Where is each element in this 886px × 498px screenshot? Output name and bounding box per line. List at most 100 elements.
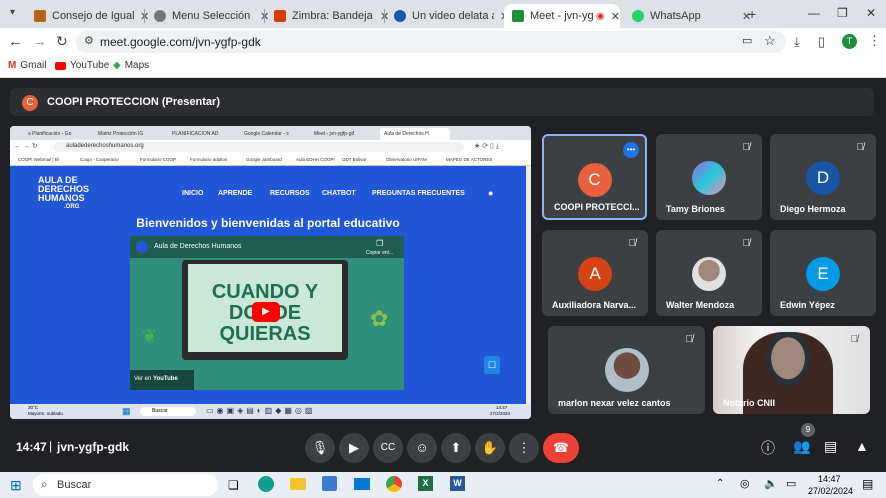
microphone-button[interactable]: 🎙 <box>305 433 335 463</box>
tab-whatsapp[interactable]: WhatsApp ✕ <box>624 4 751 28</box>
store-icon[interactable] <box>322 476 337 491</box>
emoji-button[interactable]: ☺ <box>407 433 437 463</box>
volume-icon[interactable]: 🔈 <box>764 477 778 490</box>
bookmark-star-icon[interactable]: ☆ <box>764 33 776 49</box>
participant-name: COOPI PROTECCI... <box>554 202 640 212</box>
shared-tab: Meet - jvn-ygfp-gd <box>314 131 355 137</box>
bookmark-youtube[interactable]: YouTube <box>55 60 109 71</box>
people-count-badge: 9 <box>801 423 815 437</box>
tab-video[interactable]: Un video delata al a ✕ <box>386 4 509 28</box>
raise-hand-button[interactable]: ✋ <box>475 433 505 463</box>
gmail-icon: M <box>8 60 17 71</box>
participant-photo <box>692 257 726 291</box>
close-icon[interactable]: ✕ <box>611 10 620 23</box>
video-embed[interactable]: Aula de Derechos Humanos ❐ Copiar enl...… <box>130 236 404 390</box>
chat-icon[interactable]: ▤ <box>824 438 837 455</box>
participant-video-tile[interactable]: 🎙̸ Notario CNII <box>713 326 870 414</box>
edge-icon[interactable] <box>258 476 274 492</box>
tab-search-icon[interactable]: ▾ <box>10 7 15 18</box>
word-icon[interactable]: W <box>450 476 465 491</box>
search-icon: ⌕ <box>41 477 48 491</box>
mic-off-icon: 🎙̸ <box>856 142 865 153</box>
close-window-icon[interactable]: ✕ <box>866 6 876 20</box>
shared-address-bar: ← → ↻ auladederechoshumanos.org ★ ⟳ ▯ ⤓ <box>10 140 531 154</box>
tab-zimbra[interactable]: Zimbra: Bandeja de e ✕ <box>266 4 389 28</box>
copy-link-icon: ❐ <box>376 239 384 248</box>
shared-tab: Matriz Protección IG <box>98 131 144 137</box>
participant-name: Diego Hermoza <box>780 204 846 214</box>
participant-name: Edwin Yépez <box>780 300 835 310</box>
url-input[interactable]: ⚙ meet.google.com/jvn-ygfp-gdk ▭ ☆ <box>76 31 786 53</box>
shared-bookmarks: COOPI Webmail | Bi Coopi - Cooperacio Fo… <box>10 154 531 166</box>
restore-icon[interactable]: ❐ <box>837 6 848 20</box>
camera-button[interactable]: ▶ <box>339 433 369 463</box>
excel-icon[interactable]: X <box>418 476 433 491</box>
play-button[interactable]: ▶ <box>252 302 280 322</box>
mail-icon[interactable] <box>354 478 370 490</box>
participant-tile[interactable]: 🎙̸ Walter Mendoza <box>656 230 762 316</box>
user-icon: ● <box>488 188 494 198</box>
new-tab-icon[interactable]: + <box>748 6 756 22</box>
tab-meet[interactable]: Meet - jvn-ygfp- ◉ ✕ <box>504 4 620 28</box>
network-icon[interactable]: ◎ <box>740 477 750 490</box>
windows-start-icon[interactable]: ⊞ <box>10 477 22 494</box>
windows-taskbar: ⊞ ⌕ Buscar ❏ X W ⌃ ◎ 🔈 ▭ 14:47 27/02/202… <box>0 472 886 498</box>
leave-call-button[interactable]: ☎ <box>543 433 579 463</box>
watch-on-youtube[interactable]: Ver en YouTube <box>130 370 194 390</box>
profile-avatar[interactable]: T <box>842 34 857 49</box>
participant-tile[interactable]: ••• C COOPI PROTECCI... <box>542 134 647 220</box>
participant-name: Notario CNII <box>723 398 776 408</box>
present-button[interactable]: ⬆ <box>441 433 471 463</box>
participant-avatar: E <box>806 257 840 291</box>
taskbar-search-input[interactable]: ⌕ Buscar <box>33 474 218 496</box>
battery-icon[interactable]: ▭ <box>786 477 796 490</box>
side-panel-icon[interactable]: ▯ <box>818 34 825 50</box>
participant-tile[interactable]: E Edwin Yépez <box>770 230 876 316</box>
shared-tab-bar: a Planificación - Go Matriz Protección I… <box>10 126 531 140</box>
bookmark-maps[interactable]: ◆ Maps <box>113 60 149 71</box>
recording-icon: ◉ <box>596 10 605 22</box>
minimize-icon[interactable]: — <box>808 6 820 20</box>
participant-tile[interactable]: 🎙̸ D Diego Hermoza <box>770 134 876 220</box>
tab-consejo[interactable]: Consejo de Igualdad ✕ <box>26 4 149 28</box>
aula-logo: AULA DE DERECHOS HUMANOS .ORG <box>38 175 90 211</box>
file-explorer-icon[interactable] <box>290 478 306 490</box>
nav-recursos: RECURSOS <box>270 190 310 197</box>
participant-tile[interactable]: 🎙̸ marlon nexar velez cantos <box>548 326 705 414</box>
clock-time[interactable]: 14:47 <box>818 474 841 484</box>
camera-icon[interactable]: ▭ <box>742 34 752 47</box>
tab-menu[interactable]: Menu Selección ✕ <box>146 4 269 28</box>
tab-favicon <box>154 10 166 22</box>
nav-inicio: INICIO <box>182 190 204 197</box>
people-icon[interactable]: 👥 <box>793 438 810 455</box>
shared-screen[interactable]: a Planificación - Go Matriz Protección I… <box>10 126 531 419</box>
participant-tile[interactable]: 🎙̸ A Auxiliadora Narva... <box>542 230 648 316</box>
activities-icon[interactable]: ▲ <box>855 438 869 454</box>
chrome-taskbar-icon[interactable] <box>386 476 402 492</box>
menu-icon[interactable]: ⋮ <box>868 33 881 49</box>
cactus-decoration: ❦ <box>142 326 158 346</box>
back-icon[interactable]: ← <box>8 33 23 50</box>
more-options-button[interactable]: ⋮ <box>509 433 539 463</box>
shared-tab: a Planificación - Go <box>28 131 72 137</box>
info-icon[interactable]: ⓘ <box>761 438 775 458</box>
participant-avatar: C <box>577 163 612 197</box>
task-view-icon[interactable]: ❏ <box>228 478 239 492</box>
reload-icon[interactable]: ↻ <box>56 33 68 50</box>
clock-date[interactable]: 27/02/2024 <box>808 486 853 496</box>
presenter-bar: C COOPI PROTECCION (Presentar) <box>10 88 874 116</box>
participant-photo <box>692 161 726 195</box>
participant-name: Walter Mendoza <box>666 300 735 310</box>
notification-icon[interactable]: ▤ <box>862 477 873 491</box>
participant-name: Auxiliadora Narva... <box>552 300 637 310</box>
captions-button[interactable]: CC <box>373 433 403 463</box>
chatbot-widget-icon: ☐ <box>484 356 500 374</box>
tray-chevron-icon[interactable]: ⌃ <box>716 478 724 489</box>
forward-icon[interactable]: → <box>32 33 47 50</box>
shared-taskbar-apps: ▭◉▣◈▤◐▥◆▦◎▧ <box>206 406 316 415</box>
bookmark-gmail[interactable]: M Gmail <box>8 60 46 71</box>
site-info-icon[interactable]: ⚙ <box>84 34 94 47</box>
participant-tile[interactable]: 🎙̸ Tamy Briones <box>656 134 762 220</box>
mic-off-icon: 🎙̸ <box>685 334 694 345</box>
download-icon[interactable]: ⤓ <box>794 34 800 50</box>
